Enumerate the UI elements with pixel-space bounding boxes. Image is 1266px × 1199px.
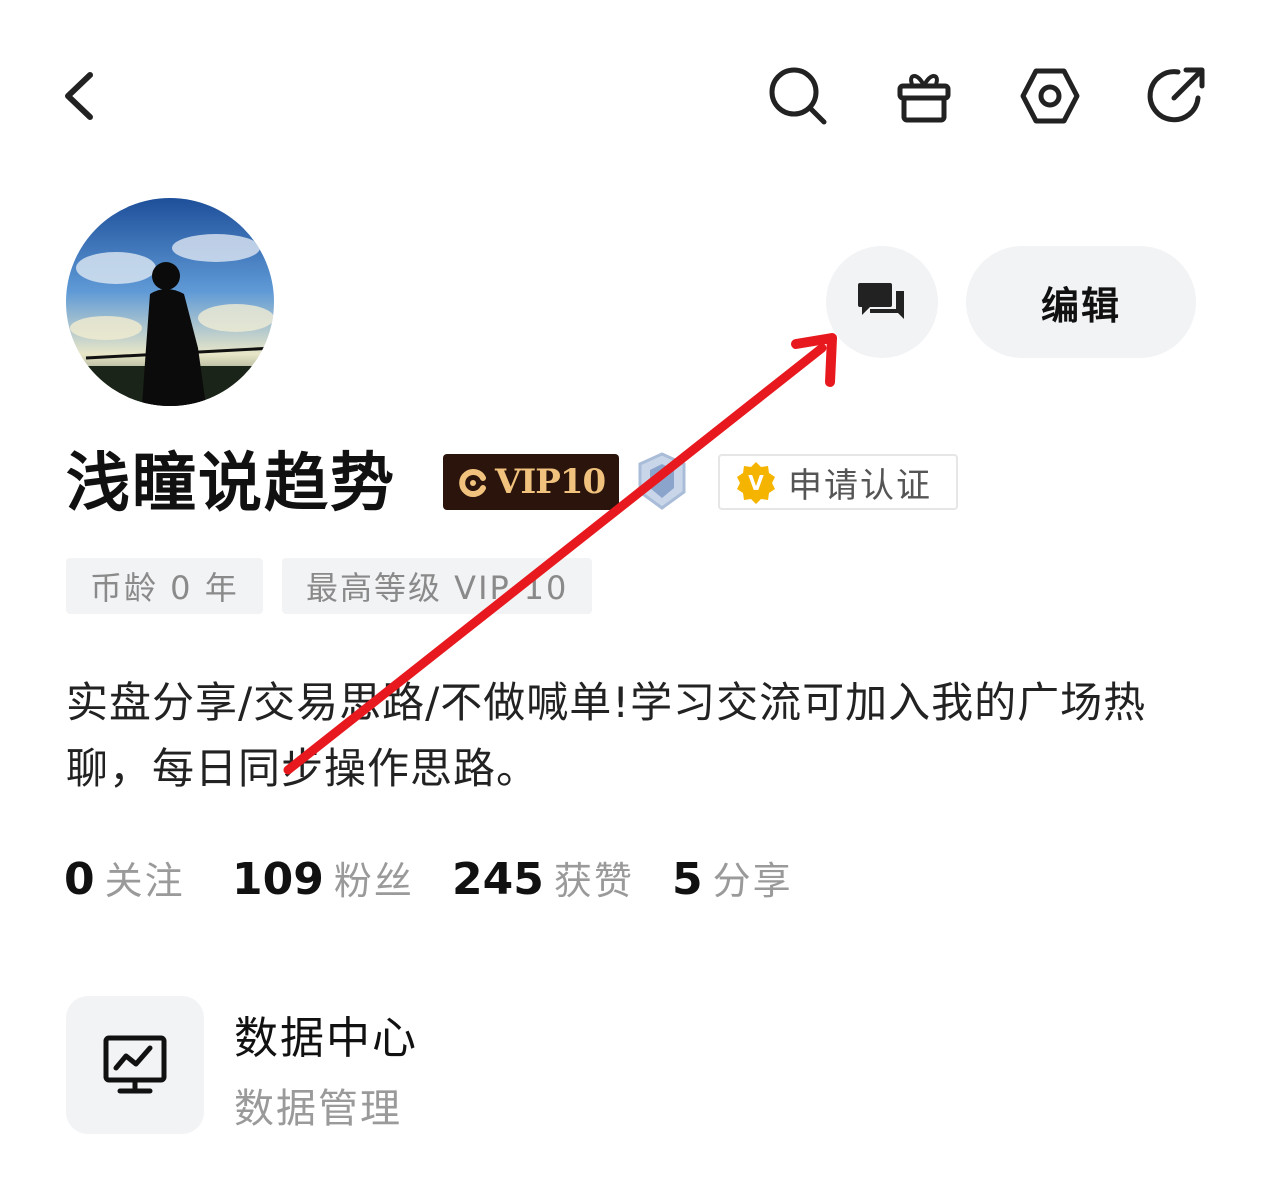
- stat-shares[interactable]: 5 分享: [672, 850, 793, 905]
- profile-bio: 实盘分享/交易思路/不做喊单!学习交流可加入我的广场热聊，每日同步操作思路。: [66, 678, 1147, 793]
- level-shield-badge[interactable]: [636, 452, 688, 510]
- search-icon: [769, 67, 827, 125]
- stat-followers[interactable]: 109 粉丝: [232, 850, 414, 905]
- settings-button[interactable]: [1014, 60, 1086, 132]
- apply-verify-button[interactable]: V 申请认证: [718, 454, 958, 510]
- stat-label: 关注: [104, 859, 185, 903]
- data-center-title[interactable]: 数据中心: [234, 1002, 418, 1066]
- verified-badge-icon: V: [737, 462, 775, 504]
- coin-age-tag: 币龄 0 年: [66, 558, 263, 614]
- chat-icon: [858, 283, 904, 319]
- monitor-chart-icon: [103, 1035, 167, 1094]
- vip-badge-label: VIP10: [495, 462, 606, 502]
- chat-button[interactable]: [826, 246, 938, 358]
- avatar[interactable]: [66, 198, 274, 406]
- chevron-left-icon: [65, 72, 93, 120]
- gift-icon: [897, 74, 951, 123]
- back-button[interactable]: [44, 60, 116, 132]
- svg-text:V: V: [748, 471, 764, 495]
- edit-button[interactable]: 编辑: [966, 246, 1196, 358]
- profile-name: 浅瞳说趋势: [66, 447, 396, 521]
- share-icon: [1147, 67, 1205, 123]
- avatar-image: [66, 198, 274, 406]
- stat-value: 0: [64, 854, 95, 905]
- shield-icon: [638, 452, 686, 510]
- data-center-button[interactable]: [66, 996, 204, 1134]
- max-level-tag: 最高等级 VIP-10: [282, 558, 593, 614]
- search-button[interactable]: [762, 60, 834, 132]
- stat-following[interactable]: 0 关注: [64, 850, 185, 905]
- stat-label: 粉丝: [333, 859, 414, 903]
- stat-value: 5: [672, 854, 703, 905]
- vip-badge[interactable]: VIP10: [443, 454, 619, 510]
- share-button[interactable]: [1140, 60, 1212, 132]
- vip-logo-icon: [459, 469, 486, 497]
- stat-label: 获赞: [553, 859, 634, 903]
- stat-likes[interactable]: 245 获赞: [452, 850, 634, 905]
- stat-value: 109: [232, 854, 324, 905]
- settings-hexagon-icon: [1020, 68, 1080, 124]
- apply-verify-label: 申请认证: [788, 465, 932, 506]
- stat-value: 245: [452, 854, 544, 905]
- gift-button[interactable]: [888, 60, 960, 132]
- data-center-subtitle: 数据管理: [234, 1086, 402, 1132]
- stat-label: 分享: [712, 859, 793, 903]
